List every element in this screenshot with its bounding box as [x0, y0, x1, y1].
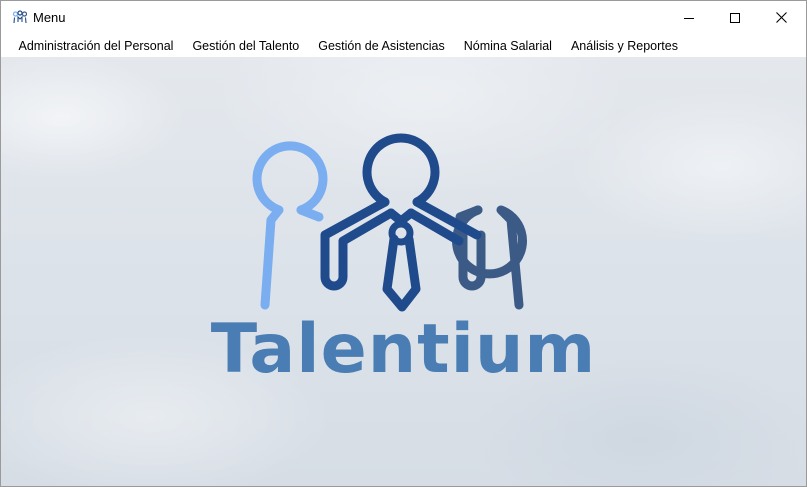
window-title: Menu	[33, 10, 66, 25]
menu-analisis-reportes[interactable]: Análisis y Reportes	[561, 35, 687, 57]
application-window: Menu Administración del Personal Gestión…	[0, 0, 807, 487]
minimize-button[interactable]	[666, 1, 712, 34]
title-bar[interactable]: Menu	[1, 1, 806, 34]
menu-nomina-salarial[interactable]: Nómina Salarial	[454, 35, 561, 57]
menu-bar: Administración del Personal Gestión del …	[1, 34, 806, 57]
main-content-area: Talentium	[1, 57, 806, 486]
brand-name: Talentium	[210, 310, 597, 389]
maximize-button[interactable]	[712, 1, 758, 34]
maximize-icon	[730, 12, 740, 23]
menu-gestion-talento[interactable]: Gestión del Talento	[183, 35, 309, 57]
people-icon	[12, 10, 28, 24]
menu-administracion-personal[interactable]: Administración del Personal	[9, 35, 183, 57]
close-button[interactable]	[758, 1, 804, 34]
menu-gestion-asistencias[interactable]: Gestión de Asistencias	[309, 35, 454, 57]
close-icon	[775, 12, 787, 23]
minimize-icon	[684, 17, 694, 19]
